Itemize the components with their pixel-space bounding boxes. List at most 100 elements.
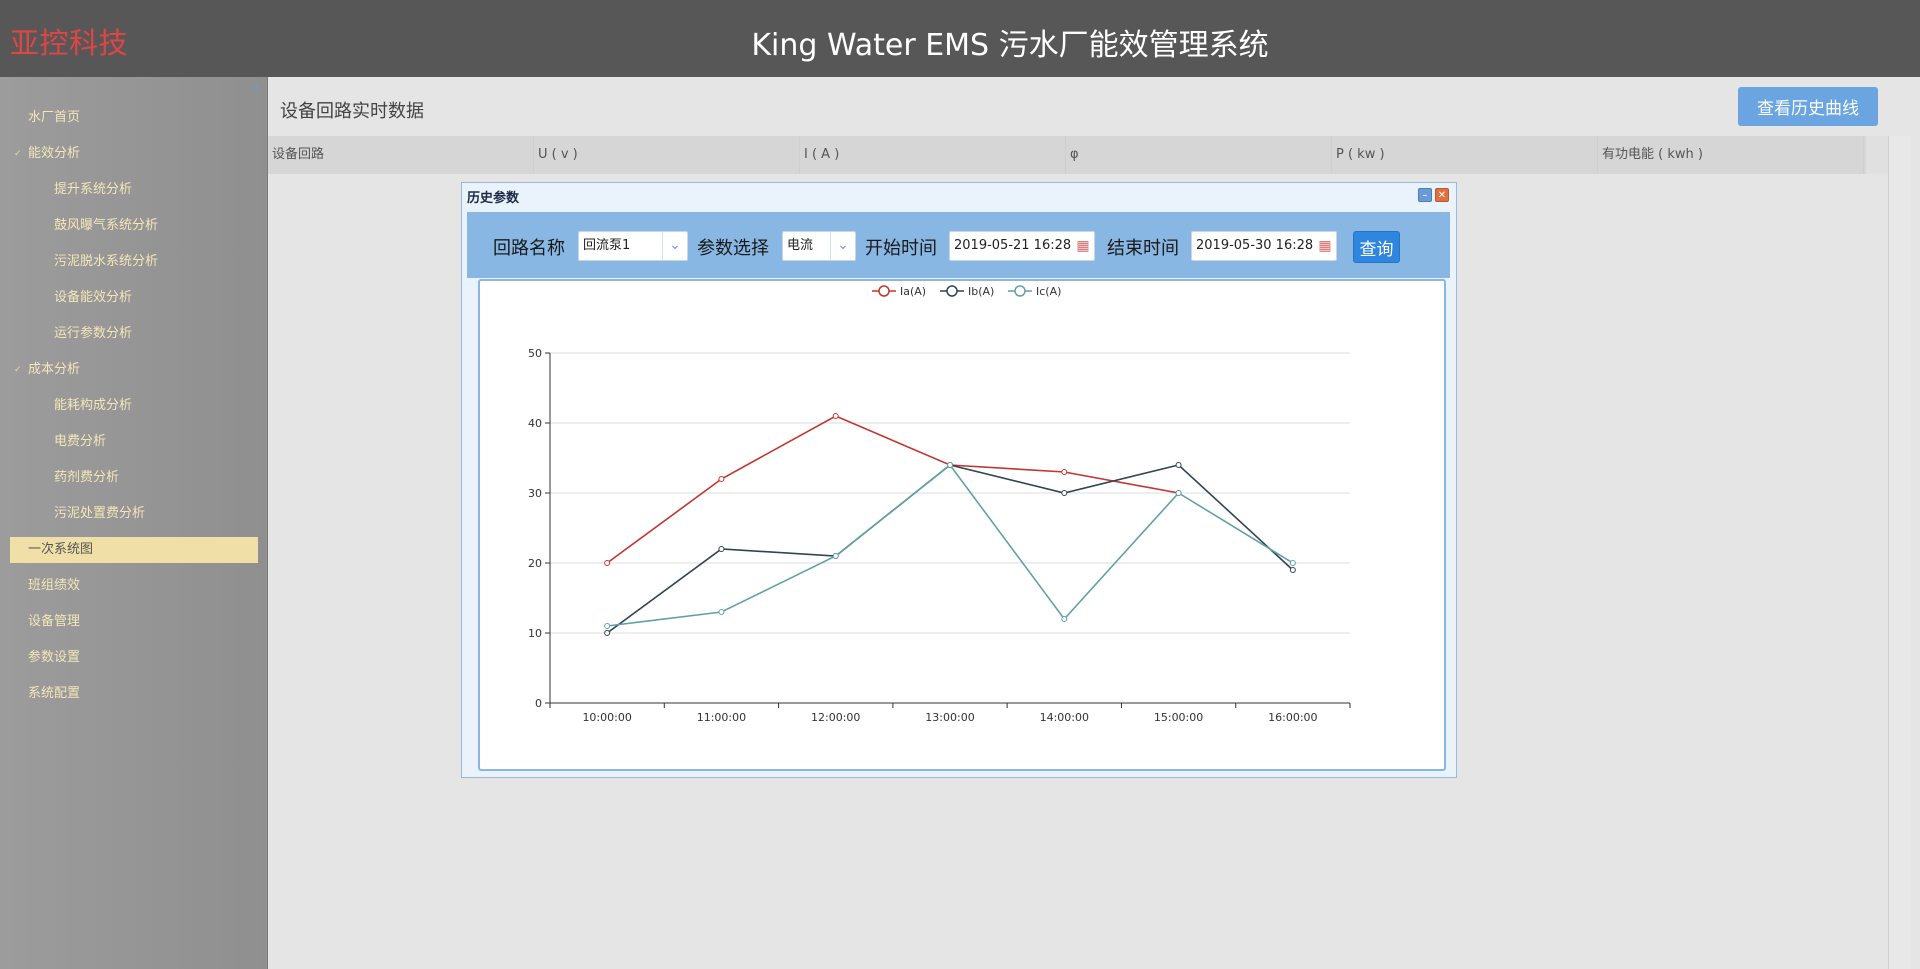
sidebar-item[interactable]: 系统配置 — [10, 681, 258, 707]
series-line-1 — [606, 415, 1179, 564]
circuit-select[interactable]: 回流泵1 ⌄ — [578, 231, 688, 261]
sidebar-item-label: 能耗构成分析 — [54, 398, 133, 413]
sidebar-item-label: 一次系统图 — [28, 542, 94, 557]
x-tick-label: 12:00:00 — [811, 711, 860, 724]
sidebar-item[interactable]: 污泥脱水系统分析 — [10, 249, 258, 275]
sidebar-item[interactable]: 水厂首页 — [10, 105, 258, 131]
sidebar-item[interactable]: 提升系统分析 — [10, 177, 258, 203]
y-tick-label: 0 — [535, 697, 542, 710]
dialog-title: 历史参数 — [467, 191, 520, 206]
sidebar-item[interactable]: 药剂费分析 — [10, 465, 258, 491]
sidebar-item[interactable]: 班组绩效 — [10, 573, 258, 599]
sidebar-item[interactable]: 一次系统图 — [10, 537, 258, 563]
sidebar-item[interactable]: 运行参数分析 — [10, 321, 258, 347]
sidebar-item-label: 电费分析 — [54, 434, 107, 449]
sidebar-item[interactable]: ✓ 成本分析 — [10, 357, 258, 383]
vertical-scrollbar[interactable] — [1888, 136, 1911, 969]
close-icon[interactable]: ✕ — [1435, 188, 1449, 202]
chart-container: 0 10 20 30 40 50 10:00:00 11:00:00 12:00:00 13:00… — [478, 279, 1446, 771]
view-history-button[interactable]: 查看历史曲线 — [1738, 87, 1878, 126]
legend-marker — [878, 285, 890, 297]
column-header-circuit[interactable]: 设备回路 — [268, 136, 534, 174]
sidebar-item[interactable]: ✓ 能效分析 — [10, 141, 258, 167]
data-point — [947, 462, 953, 468]
param-select-value: 电流 — [787, 238, 814, 253]
current-line-chart: 0 10 20 30 40 50 10:00:00 11:00:00 12:00:00 13:00… — [528, 285, 1351, 724]
param-label: 参数选择 — [697, 238, 769, 259]
legend-label: Ia(A) — [900, 285, 926, 298]
sidebar-item-label: 污泥脱水系统分析 — [54, 254, 159, 269]
y-tick-label: 40 — [528, 417, 542, 430]
x-tick-label: 13:00:00 — [925, 711, 974, 724]
legend-label: Ic(A) — [1036, 285, 1061, 298]
column-header-voltage[interactable]: U ( v ) — [534, 136, 800, 174]
sidebar-item-label: 设备管理 — [28, 614, 81, 629]
start-time-value: 2019-05-21 16:28 — [954, 238, 1072, 253]
y-tick-label: 10 — [528, 627, 542, 640]
circuit-select-value: 回流泵1 — [583, 238, 631, 253]
param-select[interactable]: 电流 ⌄ — [782, 231, 856, 261]
minimize-icon[interactable]: – — [1418, 188, 1432, 202]
end-time-input[interactable]: 2019-05-30 16:28 ▦ — [1191, 231, 1337, 261]
x-tick-label: 16:00:00 — [1268, 711, 1317, 724]
chevron-down-icon[interactable]: ⌄ — [830, 232, 855, 260]
sidebar-item-label: 水厂首页 — [28, 110, 81, 125]
calendar-icon[interactable]: ▦ — [1074, 237, 1092, 255]
chevron-down-icon[interactable]: ⌄ — [662, 232, 687, 260]
data-point — [604, 630, 611, 636]
sidebar-item[interactable]: 能耗构成分析 — [10, 393, 258, 419]
data-point — [1061, 469, 1068, 475]
start-time-label: 开始时间 — [865, 238, 937, 259]
x-tick-label: 15:00:00 — [1154, 711, 1203, 724]
data-point — [604, 623, 611, 629]
y-tick-label: 20 — [528, 557, 542, 570]
data-point — [1061, 490, 1068, 496]
expand-caret-icon[interactable]: ✓ — [14, 141, 22, 167]
column-header-phase[interactable]: φ — [1066, 136, 1332, 174]
sidebar-item[interactable]: 鼓风曝气系统分析 — [10, 213, 258, 239]
data-point — [1175, 462, 1182, 468]
x-tick-label: 14:00:00 — [1040, 711, 1089, 724]
legend-marker — [946, 285, 958, 297]
x-tick-label: 11:00:00 — [697, 711, 746, 724]
data-point — [604, 560, 611, 566]
sidebar-item-label: 班组绩效 — [28, 578, 81, 593]
sidebar: « 水厂首页 ✓ 能效分析提升系统分析鼓风曝气系统分析污泥脱水系统分析 设备能效分析运… — [0, 77, 268, 969]
sidebar-item-label: 系统配置 — [28, 686, 81, 701]
collapse-icon[interactable]: « — [253, 82, 259, 93]
x-tick-label: 10:00:00 — [582, 711, 631, 724]
table-header: 设备回路 U ( v ) I ( A ) φ P ( kw ) 有功电能 ( k… — [268, 136, 1866, 174]
data-point — [832, 413, 839, 419]
start-time-input[interactable]: 2019-05-21 16:28 ▦ — [949, 231, 1095, 261]
sidebar-item-label: 污泥处置费分析 — [54, 506, 146, 521]
sidebar-item[interactable]: 设备能效分析 — [10, 285, 258, 311]
query-button[interactable]: 查询 — [1353, 231, 1400, 263]
data-point — [718, 609, 725, 615]
sidebar-item[interactable]: 设备管理 — [10, 609, 258, 635]
sidebar-item[interactable]: 污泥处置费分析 — [10, 501, 258, 527]
column-header-energy[interactable]: 有功电能 ( kwh ) — [1598, 136, 1864, 174]
sidebar-item-label: 成本分析 — [28, 362, 81, 377]
data-point — [1061, 616, 1068, 622]
data-point — [718, 476, 725, 482]
legend-marker — [1014, 285, 1026, 297]
column-header-power[interactable]: P ( kw ) — [1332, 136, 1598, 174]
data-point — [832, 553, 839, 559]
app-header: 亚控科技 King Water EMS 污水厂能效管理系统 — [0, 0, 1920, 77]
end-time-value: 2019-05-30 16:28 — [1196, 238, 1314, 253]
sidebar-item[interactable]: 电费分析 — [10, 429, 258, 455]
sidebar-item-label: 药剂费分析 — [54, 470, 120, 485]
column-header-current[interactable]: I ( A ) — [800, 136, 1066, 174]
data-point — [718, 546, 725, 552]
sidebar-item[interactable]: 参数设置 — [10, 645, 258, 671]
sidebar-item-label: 提升系统分析 — [54, 182, 133, 197]
calendar-icon[interactable]: ▦ — [1316, 237, 1334, 255]
sidebar-item-label: 运行参数分析 — [54, 326, 133, 341]
y-tick-label: 50 — [528, 347, 542, 360]
series-line-3 — [607, 463, 1294, 627]
sidebar-item-label: 设备能效分析 — [54, 290, 133, 305]
table-header-filler — [1866, 136, 1888, 174]
end-time-label: 结束时间 — [1107, 238, 1179, 259]
expand-caret-icon[interactable]: ✓ — [14, 357, 22, 383]
history-dialog: 历史参数 – ✕ 回路名称 回流泵1 ⌄ 参数选择 电流 ⌄ 开始时间 2019… — [461, 182, 1457, 778]
